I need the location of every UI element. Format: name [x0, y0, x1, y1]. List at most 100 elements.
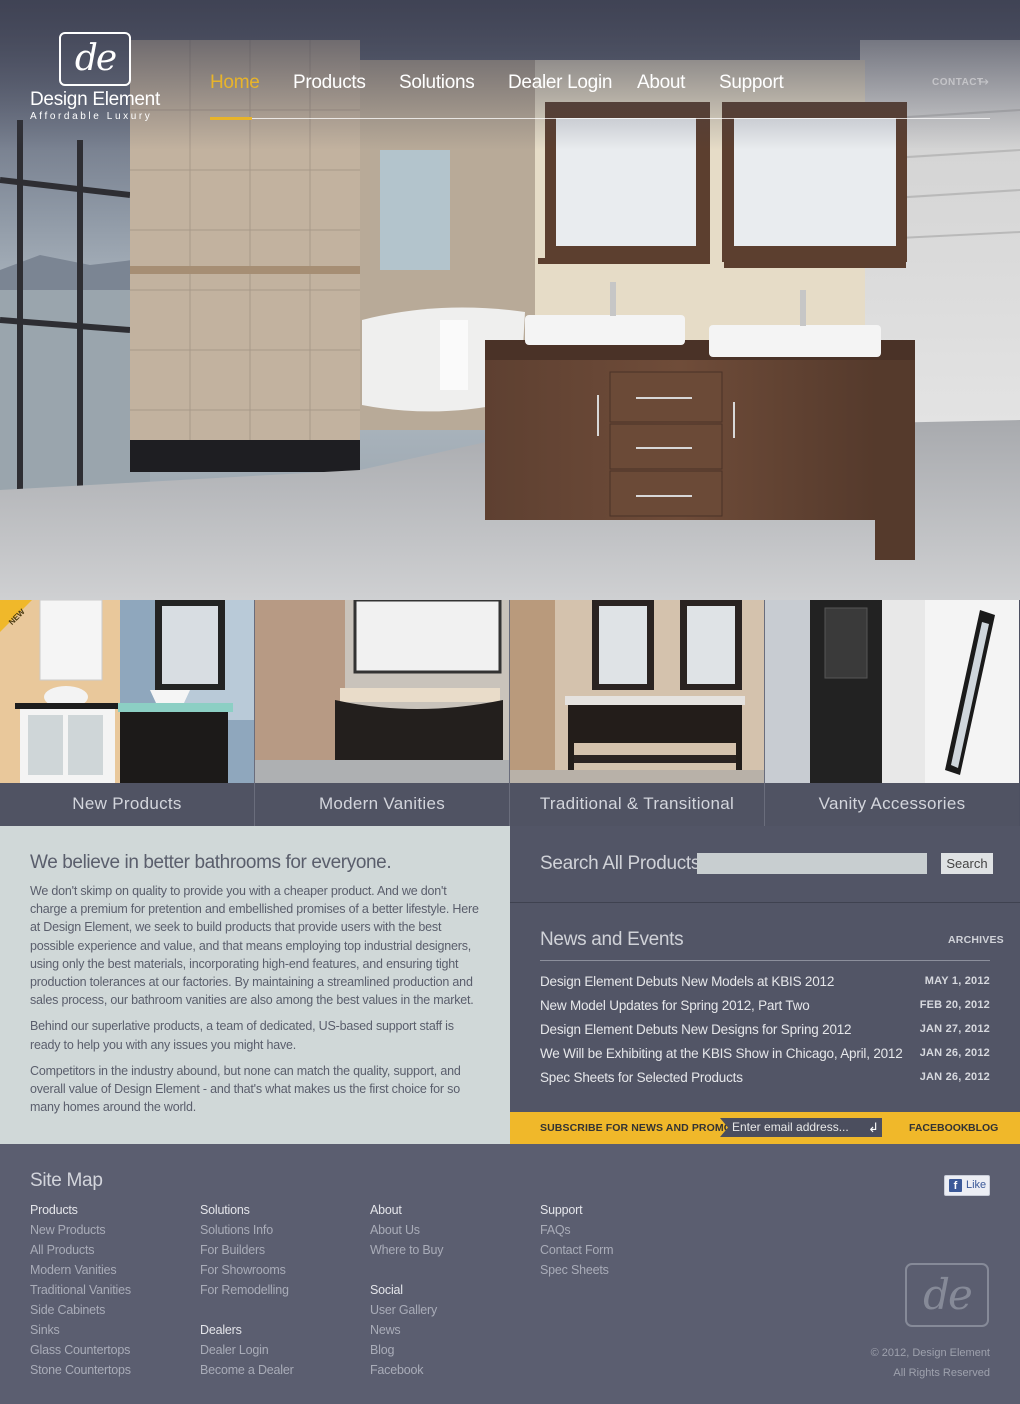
modern-vanities-image[interactable] — [255, 600, 509, 783]
news-title: News and Events — [540, 929, 684, 950]
about-paragraph: Behind our superlative products, a team … — [30, 1019, 454, 1052]
logo-script: de — [74, 38, 117, 79]
sitemap-link[interactable]: New Products — [30, 1220, 190, 1240]
about-heading: We believe in better bathrooms for every… — [30, 852, 392, 873]
sitemap-column-solutions: Solutions Solutions Info For Builders Fo… — [200, 1200, 360, 1380]
category-vanity-accessories[interactable]: Vanity Accessories — [765, 600, 1020, 826]
email-field[interactable]: Enter email address... — [720, 1118, 882, 1137]
news-item[interactable]: Design Element Debuts New Models at KBIS… — [540, 971, 990, 995]
search-button[interactable]: Search — [941, 853, 993, 874]
rights-text: All Rights Reserved — [893, 1367, 990, 1379]
news-item[interactable]: Design Element Debuts New Designs for Sp… — [540, 1019, 990, 1043]
sitemap-link[interactable]: All Products — [30, 1240, 190, 1260]
sitemap-link[interactable]: About Us — [370, 1220, 530, 1240]
sitemap-link[interactable]: Traditional Vanities — [30, 1280, 190, 1300]
sitemap-column-about: About About Us Where to Buy Social User … — [370, 1200, 530, 1380]
sitemap-heading[interactable]: Social — [370, 1280, 530, 1300]
enter-icon[interactable]: ↲ — [868, 1118, 879, 1137]
news-date: MAY 1, 2012 — [924, 975, 990, 987]
facebook-icon: f — [949, 1179, 962, 1192]
nav-home[interactable]: Home — [210, 72, 260, 94]
footer-logo: de — [905, 1263, 989, 1327]
copyright-text: © 2012, Design Element — [870, 1347, 990, 1359]
news-item[interactable]: We Will be Exhibiting at the KBIS Show i… — [540, 1043, 990, 1067]
nav-about[interactable]: About — [637, 72, 685, 94]
copyright: © 2012, Design Element All Rights Reserv… — [871, 1343, 990, 1383]
category-label[interactable]: Traditional & Transitional — [510, 783, 764, 826]
sitemap-link[interactable]: For Remodelling — [200, 1280, 360, 1300]
about-paragraph: We don't skimp on quality to provide you… — [30, 884, 479, 1008]
news-item[interactable]: New Model Updates for Spring 2012, Part … — [540, 995, 990, 1019]
news-headline[interactable]: Spec Sheets for Selected Products — [540, 1070, 743, 1085]
vanity-accessories-image[interactable] — [765, 600, 1019, 783]
sitemap-link[interactable]: Solutions Info — [200, 1220, 360, 1240]
archives-link[interactable]: ARCHIVES — [948, 934, 1004, 946]
sitemap-link[interactable]: Spec Sheets — [540, 1260, 700, 1280]
category-label[interactable]: Vanity Accessories — [765, 783, 1019, 826]
arrow-icon[interactable]: ↪ — [978, 74, 989, 90]
sitemap-link[interactable]: Become a Dealer — [200, 1360, 360, 1380]
contact-link[interactable]: CONTACT — [932, 77, 984, 88]
sitemap-link[interactable]: Dealer Login — [200, 1340, 360, 1360]
category-label[interactable]: Modern Vanities — [255, 783, 509, 826]
new-badge: NEW — [0, 600, 32, 632]
brand-tagline: Affordable Luxury — [30, 111, 153, 122]
sitemap-link[interactable]: For Showrooms — [200, 1260, 360, 1280]
nav-products[interactable]: Products — [293, 72, 366, 94]
sitemap-link[interactable]: Stone Countertops — [30, 1360, 190, 1380]
facebook-like-button[interactable]: f Like — [944, 1175, 990, 1196]
news-headline[interactable]: New Model Updates for Spring 2012, Part … — [540, 998, 810, 1013]
sitemap-heading[interactable]: Support — [540, 1200, 700, 1220]
new-products-image[interactable]: NEW — [0, 600, 254, 783]
sitemap-title: Site Map — [30, 1170, 103, 1191]
nav-solutions[interactable]: Solutions — [399, 72, 475, 94]
traditional-transitional-image[interactable] — [510, 600, 764, 783]
news-date: FEB 20, 2012 — [919, 999, 990, 1011]
sitemap-link[interactable]: Glass Countertops — [30, 1340, 190, 1360]
like-label: Like — [966, 1179, 987, 1191]
sitemap-link[interactable]: User Gallery — [370, 1300, 530, 1320]
facebook-link[interactable]: FACEBOOK — [909, 1122, 969, 1134]
news-date: JAN 26, 2012 — [919, 1071, 990, 1083]
news-divider — [540, 960, 990, 961]
search-title: Search All Products — [540, 853, 701, 874]
sitemap-link[interactable]: For Builders — [200, 1240, 360, 1260]
brand-name[interactable]: Design Element — [30, 89, 160, 111]
sitemap-link[interactable]: Contact Form — [540, 1240, 700, 1260]
news-headline[interactable]: We Will be Exhibiting at the KBIS Show i… — [540, 1046, 903, 1061]
category-new-products[interactable]: NEW New Products — [0, 600, 255, 826]
news-headline[interactable]: Design Element Debuts New Models at KBIS… — [540, 974, 834, 989]
sitemap-heading[interactable]: Dealers — [200, 1320, 360, 1340]
sitemap-heading[interactable]: Products — [30, 1200, 190, 1220]
news-date: JAN 27, 2012 — [919, 1023, 990, 1035]
news-item[interactable]: Spec Sheets for Selected Products JAN 26… — [540, 1067, 990, 1091]
sitemap-link[interactable]: News — [370, 1320, 530, 1340]
news-headline[interactable]: Design Element Debuts New Designs for Sp… — [540, 1022, 852, 1037]
sitemap-heading[interactable]: Solutions — [200, 1200, 360, 1220]
sitemap-link[interactable]: Sinks — [30, 1320, 190, 1340]
category-label[interactable]: New Products — [0, 783, 254, 826]
category-modern-vanities[interactable]: Modern Vanities — [255, 600, 510, 826]
sitemap-link[interactable]: Where to Buy — [370, 1240, 530, 1260]
sitemap-link[interactable]: Side Cabinets — [30, 1300, 190, 1320]
hero-banner: de Design Element Affordable Luxury Home… — [0, 0, 1020, 600]
nav-active-indicator — [210, 117, 252, 120]
sitemap-link[interactable]: Facebook — [370, 1360, 530, 1380]
sitemap-link[interactable]: Blog — [370, 1340, 530, 1360]
logo-mark[interactable]: de — [59, 32, 131, 86]
blog-link[interactable]: BLOG — [968, 1122, 998, 1134]
footer-logo-script: de — [923, 1270, 973, 1319]
sitemap-heading[interactable]: About — [370, 1200, 530, 1220]
search-input[interactable] — [697, 853, 927, 874]
subscribe-bar: SUBSCRIBE FOR NEWS AND PROMOTIONS Enter … — [510, 1112, 1020, 1144]
category-traditional-transitional[interactable]: Traditional & Transitional — [510, 600, 765, 826]
nav-dealer-login[interactable]: Dealer Login — [508, 72, 612, 94]
nav-divider — [210, 118, 990, 119]
sitemap-link[interactable]: FAQs — [540, 1220, 700, 1240]
nav-support[interactable]: Support — [719, 72, 784, 94]
sitemap-column-support: Support FAQs Contact Form Spec Sheets — [540, 1200, 700, 1280]
news-list: Design Element Debuts New Models at KBIS… — [540, 971, 990, 1091]
sitemap-link[interactable]: Modern Vanities — [30, 1260, 190, 1280]
